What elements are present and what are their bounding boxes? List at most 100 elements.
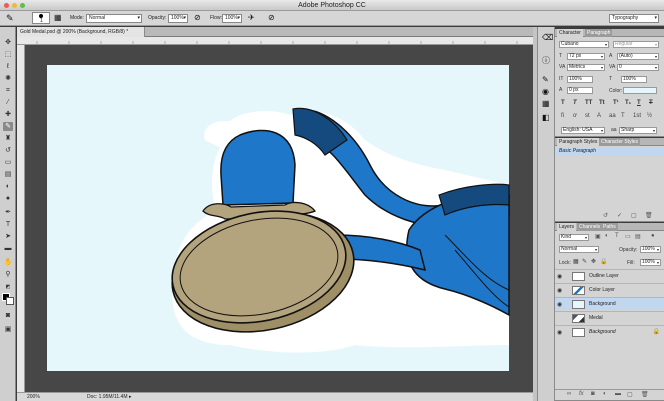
layer-row-background-locked[interactable]: ◉ Background 🔒 xyxy=(555,325,664,338)
layer-style-icon[interactable]: fx xyxy=(579,391,584,397)
marquee-tool-icon[interactable]: ⬚ xyxy=(3,50,13,59)
quick-mask-icon[interactable]: ◙ xyxy=(3,311,13,320)
document-tab[interactable]: Gold Medal.psd @ 200% (Background, RGB/8… xyxy=(17,27,145,37)
half-icon[interactable]: ½ xyxy=(647,113,652,119)
lock-transparency-icon[interactable]: ▦ xyxy=(573,258,579,265)
close-window-button[interactable] xyxy=(4,3,9,8)
brush-panel-icon[interactable]: ✎ xyxy=(542,75,549,84)
eyedropper-tool-icon[interactable]: ⁄ xyxy=(3,98,13,107)
actions-panel-icon[interactable]: ◉ xyxy=(542,87,549,96)
text-color-swatch[interactable] xyxy=(623,87,657,94)
fill-field[interactable]: 100% xyxy=(640,259,661,266)
filter-shape-icon[interactable]: ▭ xyxy=(625,233,631,240)
baseline-shift-field[interactable]: 0 px xyxy=(567,87,593,94)
pen-tool-icon[interactable]: ✒ xyxy=(3,208,13,217)
tracking-field[interactable]: 0 xyxy=(617,64,659,71)
group-folder-icon[interactable]: ▬ xyxy=(615,391,621,397)
superscript-button[interactable]: T¹ xyxy=(613,100,619,106)
layer-row-medal[interactable]: ◉ Medal xyxy=(555,311,664,324)
layer-row-outline[interactable]: ◉ Outline Layer xyxy=(555,269,664,282)
vertical-ruler[interactable] xyxy=(17,45,25,392)
opacity-field[interactable]: 100% xyxy=(168,14,188,23)
horizontal-scale-field[interactable]: 100% xyxy=(621,76,647,83)
discretionary-icon[interactable]: ơ xyxy=(573,113,577,119)
tab-paragraph[interactable]: Paragraph xyxy=(585,29,613,37)
path-select-tool-icon[interactable]: ➤ xyxy=(3,232,13,241)
new-style-icon[interactable]: ▢ xyxy=(631,212,637,219)
tab-layers[interactable]: Layers xyxy=(557,223,577,231)
swatches-panel-icon[interactable]: ▦ xyxy=(542,99,550,108)
font-family-select[interactable]: Cubano xyxy=(559,41,609,48)
shape-tool-icon[interactable]: ▬ xyxy=(3,244,13,253)
horizontal-ruler[interactable] xyxy=(17,37,533,45)
layer-row-color[interactable]: ◉ Color Layer xyxy=(555,283,664,296)
hand-tool-icon[interactable]: ✋ xyxy=(3,258,13,267)
clear-override-icon[interactable]: ↺ xyxy=(603,212,608,219)
dodge-tool-icon[interactable]: ● xyxy=(3,194,13,203)
tab-character[interactable]: Character xyxy=(557,29,583,37)
delete-style-icon[interactable]: 🗑 xyxy=(645,212,653,219)
type-tool-icon[interactable]: T xyxy=(3,220,13,229)
zoom-level[interactable]: 200% xyxy=(27,393,40,401)
layer-row-background-selected[interactable]: ◉ Background xyxy=(555,297,664,310)
lock-pixels-icon[interactable]: ✎ xyxy=(582,258,587,265)
default-colors-icon[interactable]: ◩ xyxy=(3,283,13,292)
visibility-eye-off[interactable]: ◉ xyxy=(557,315,562,322)
vertical-scale-field[interactable]: 100% xyxy=(567,76,593,83)
filter-type-icon[interactable]: T xyxy=(615,233,619,239)
strikethrough-button[interactable]: T xyxy=(649,100,653,106)
blend-mode-select[interactable]: Normal xyxy=(559,246,599,253)
background-color-swatch[interactable] xyxy=(6,297,14,305)
link-layers-icon[interactable]: ∞ xyxy=(567,391,571,397)
underline-button[interactable]: T xyxy=(637,100,641,106)
mode-select[interactable]: Normal xyxy=(86,14,142,23)
style-list-item[interactable]: Basic Paragraph xyxy=(555,147,664,156)
brush-panel-toggle-icon[interactable]: ▦ xyxy=(54,13,62,23)
fraction-icon[interactable]: 1st xyxy=(633,113,641,119)
visibility-eye-icon[interactable]: ◉ xyxy=(557,329,562,336)
swash-icon[interactable]: st xyxy=(585,113,590,119)
kerning-field[interactable]: Metrics xyxy=(567,64,605,71)
stylistic-icon[interactable]: A xyxy=(597,113,601,119)
airbrush-icon[interactable]: ✈ xyxy=(248,13,255,23)
visibility-eye-icon[interactable]: ◉ xyxy=(557,287,562,294)
font-style-select[interactable]: Regular xyxy=(613,41,659,48)
faux-bold-button[interactable]: T xyxy=(561,100,565,106)
tab-paths[interactable]: Paths xyxy=(601,223,618,231)
brush-tool-button[interactable]: ✎ xyxy=(3,122,13,131)
pressure-size-icon[interactable]: ⊘ xyxy=(268,13,275,23)
tab-channels[interactable]: Channels xyxy=(577,223,603,231)
brush-tool-icon[interactable]: ✎ xyxy=(6,13,14,23)
language-select[interactable]: English: USA xyxy=(561,127,605,134)
info-panel-icon[interactable]: ⓘ xyxy=(542,55,550,66)
layer-opacity-field[interactable]: 100% xyxy=(640,246,661,253)
tab-character-styles[interactable]: Character Styles xyxy=(599,138,640,146)
titling-icon[interactable]: aa xyxy=(609,113,616,119)
new-layer-icon[interactable]: ▢ xyxy=(627,391,633,398)
antialias-select[interactable]: Sharp xyxy=(619,127,657,134)
crop-tool-icon[interactable]: ⌗ xyxy=(3,86,13,95)
quick-select-tool-icon[interactable]: ✺ xyxy=(3,74,13,83)
filter-toggle-icon[interactable]: ● xyxy=(651,233,655,239)
redefine-style-icon[interactable]: ✓ xyxy=(617,212,622,219)
history-brush-tool-icon[interactable]: ↺ xyxy=(3,146,13,155)
subscript-button[interactable]: T₁ xyxy=(625,100,631,106)
clone-stamp-tool-icon[interactable]: ♜ xyxy=(3,134,13,143)
adjustments-panel-icon[interactable]: ◧ xyxy=(542,113,550,122)
lasso-tool-icon[interactable]: ℓ xyxy=(3,62,13,71)
zoom-tool-icon[interactable]: ⚲ xyxy=(3,270,13,279)
pressure-opacity-icon[interactable]: ⊘ xyxy=(194,13,201,23)
faux-italic-button[interactable]: T xyxy=(573,100,577,106)
font-size-field[interactable]: 72 px xyxy=(567,53,605,60)
artwork[interactable] xyxy=(25,45,533,392)
filter-smart-icon[interactable]: ▤ xyxy=(635,233,641,240)
leading-field[interactable]: (Auto) xyxy=(617,53,659,60)
brush-preset-picker[interactable]: 1 xyxy=(32,12,50,24)
blur-tool-icon[interactable]: ◐ xyxy=(3,182,13,191)
small-caps-button[interactable]: Tt xyxy=(599,100,605,106)
flow-field[interactable]: 100% xyxy=(222,14,242,23)
zoom-window-button[interactable] xyxy=(20,3,25,8)
lock-all-icon[interactable]: 🔒 xyxy=(600,258,607,265)
screen-mode-icon[interactable]: ▣ xyxy=(3,325,13,334)
canvas-area[interactable] xyxy=(25,45,533,392)
